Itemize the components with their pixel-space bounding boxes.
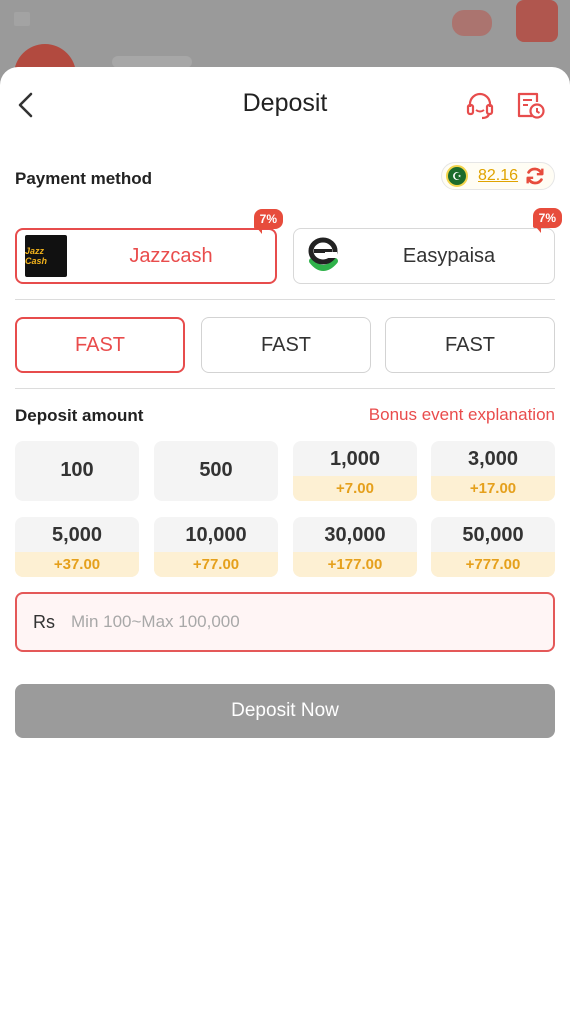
jazzcash-logo: Jazz Cash [25,235,67,277]
history-document-icon [517,92,545,119]
amount-option-1000[interactable]: 1,000 +7.00 [293,441,417,501]
amount-value: 1,000 [329,448,381,470]
deposit-history-button[interactable] [514,89,546,121]
bonus-rate-badge: 7% [532,208,562,233]
payment-method-label: Payment method [15,169,152,188]
deposit-sheet: Deposit Payment method ☪ 82.16 Jazz Cash… [0,67,570,1024]
amount-bonus: +777.00 [431,552,555,577]
divider [15,299,555,300]
amount-option-100[interactable]: 100 [15,441,139,501]
amount-option-10000[interactable]: 10,000 +77.00 [154,517,278,577]
balance-chip: ☪ 82.16 [441,162,555,190]
amount-input[interactable] [71,602,553,642]
amount-value: 3,000 [467,448,519,470]
header: Deposit [0,67,570,143]
fast-option-2[interactable]: FAST [201,317,371,373]
channel-jazzcash[interactable]: Jazz Cash Jazzcash 7% [15,209,283,284]
amount-value: 5,000 [51,524,103,546]
deposit-now-button[interactable]: Deposit Now [15,684,555,738]
fast-option-1[interactable]: FAST [15,317,185,373]
background-bell-icon [516,0,558,42]
amount-bonus: +177.00 [293,552,417,577]
refresh-icon[interactable] [524,165,546,187]
channel-options: FAST FAST FAST [15,317,555,373]
channel-label: Easypaisa [402,244,496,267]
background-gift-icon [452,10,492,36]
deposit-amount-row: Deposit amount Bonus event explanation [15,404,555,428]
amount-option-500[interactable]: 500 [154,441,278,501]
amount-bonus: +37.00 [15,552,139,577]
channel-label: Jazzcash [129,244,213,267]
amount-bonus: +77.00 [154,552,278,577]
payment-method-row: Payment method ☪ 82.16 [15,162,555,194]
customer-support-button[interactable] [464,89,496,121]
channel-easypaisa[interactable]: Easypaisa 7% [293,208,562,284]
payment-channels: Jazz Cash Jazzcash 7% Easypaisa 7% [15,208,562,284]
amount-value: 50,000 [462,524,524,546]
background-menu-icon [14,12,30,26]
amount-option-3000[interactable]: 3,000 +17.00 [431,441,555,501]
headset-icon [466,92,494,120]
balance-value: 82.16 [478,167,519,184]
amount-option-5000[interactable]: 5,000 +37.00 [15,517,139,577]
easypaisa-logo [308,237,338,271]
amount-bonus: +7.00 [293,476,417,501]
deposit-amount-label: Deposit amount [15,406,144,425]
fast-option-3[interactable]: FAST [385,317,555,373]
currency-label: Rs [33,611,55,632]
amount-option-30000[interactable]: 30,000 +177.00 [293,517,417,577]
amount-value: 500 [199,459,233,481]
amount-option-50000[interactable]: 50,000 +777.00 [431,517,555,577]
bonus-rate-badge: 7% [253,209,283,234]
amount-bonus: +17.00 [431,476,555,501]
pakistan-flag-icon: ☪ [446,165,468,187]
amount-value: 10,000 [185,524,247,546]
amount-input-field: Rs [15,592,555,652]
divider [15,388,555,389]
amount-value: 30,000 [324,524,386,546]
amount-value: 100 [60,459,94,481]
bonus-explanation-link[interactable]: Bonus event explanation [369,405,555,425]
